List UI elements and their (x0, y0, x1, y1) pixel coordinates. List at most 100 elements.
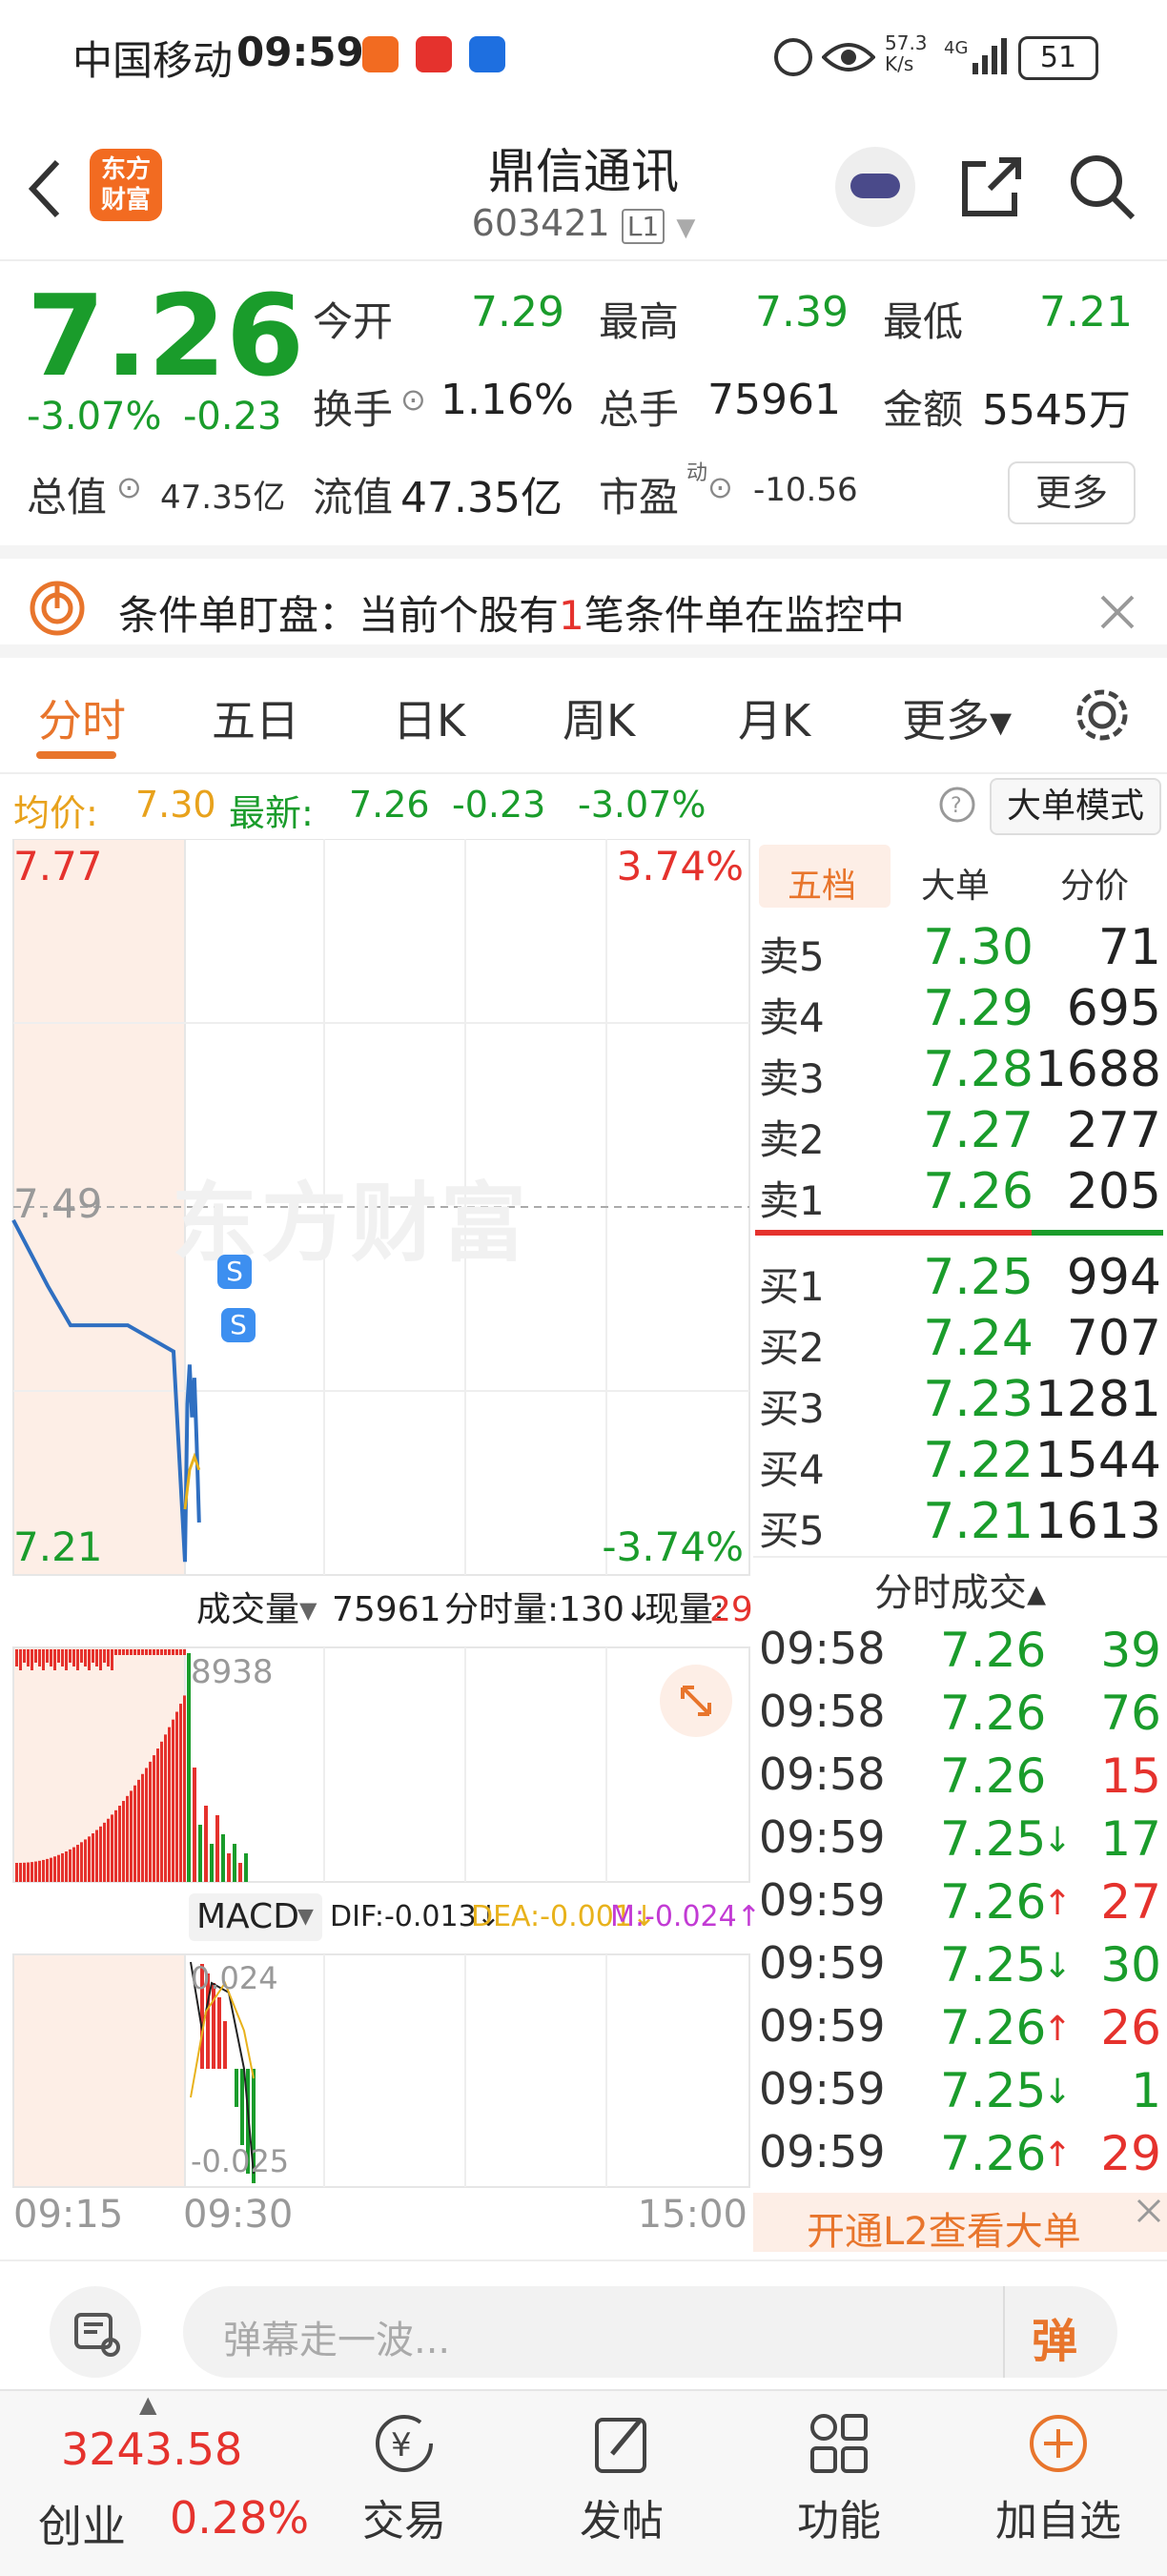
danmu-input[interactable]: 弹幕走一波... 弹 (183, 2286, 1117, 2378)
chevron-down-icon[interactable]: ▼ (299, 1579, 317, 1642)
buy-sell-ratio-red (755, 1230, 1032, 1236)
tick-direction-icon: ↑ (1043, 2136, 1073, 2175)
assistant-robot-icon[interactable] (835, 147, 915, 227)
tab-intraday[interactable]: 分时 (38, 686, 126, 749)
volume-bar (84, 1839, 87, 1882)
volume-bar (31, 1649, 33, 1670)
nav-add-watchlist-label: 加自选 (995, 2497, 1121, 2545)
bid-price: 7.25 (923, 1249, 1034, 1306)
tick-time: 09:58 (759, 1686, 886, 1737)
app-notification-icon (416, 36, 452, 72)
volume-bar (72, 1847, 75, 1882)
more-quote-button[interactable]: 更多 (1008, 461, 1136, 524)
volume-bar (95, 1649, 98, 1666)
tab-daily-k[interactable]: 日K (393, 686, 465, 749)
expand-icon[interactable] (660, 1665, 732, 1737)
tick-row: 09:59 7.26 ↑ 26 (753, 2000, 1167, 2063)
chart-period-tabs: 分时 五日 日K 周K 月K 更多▾ (0, 658, 1167, 774)
bid-label: 买5 (759, 1507, 825, 1554)
share-icon[interactable] (957, 153, 1026, 221)
volume-bar (221, 1834, 225, 1882)
nav-functions[interactable]: 功能 (763, 2410, 915, 2547)
gear-icon[interactable] (1072, 685, 1133, 746)
info-icon[interactable]: ⊙ (116, 469, 142, 505)
intraday-chart-area[interactable]: 东方财富 7.77 7.49 7.21 3.74% -3.74% S S 成交量… (0, 839, 761, 2252)
l2-banner[interactable]: 开通L2查看大单 (753, 2193, 1167, 2254)
volume-bar (69, 1649, 72, 1663)
volume-bar (65, 1649, 68, 1670)
tick-row: 09:59 7.25 ↓ 17 (753, 1811, 1167, 1874)
tick-direction-icon: ↓ (1043, 2073, 1073, 2112)
turnover-label: 换手 (313, 386, 394, 433)
tab-five-levels[interactable]: 五档 (788, 858, 856, 908)
volume-bar (88, 1649, 91, 1670)
index-ticker[interactable]: ▲ 3243.58 创业 0.28% (0, 2391, 315, 2576)
tab-more[interactable]: 更多▾ (902, 686, 1012, 749)
mktcap-value: 47.35亿 (160, 479, 286, 517)
search-icon[interactable] (1066, 151, 1138, 223)
open-label: 今开 (313, 298, 394, 345)
signal-icon: 4G (944, 38, 1007, 74)
tab-monthly-k[interactable]: 月K (738, 686, 810, 749)
index-pct: 0.28% (170, 2492, 310, 2544)
help-icon[interactable]: ? (938, 786, 976, 824)
ask-label: 卖2 (759, 1116, 825, 1163)
bid-label: 买3 (759, 1385, 825, 1432)
danmu-toggle-button[interactable]: 弹 (1032, 2303, 1077, 2370)
info-icon[interactable]: ⊙ (400, 381, 426, 418)
volume-bar (80, 1649, 83, 1663)
ask-row-4: 卖4 7.29 695 (753, 980, 1167, 1041)
volume-bar (172, 1719, 174, 1882)
latest-change: -0.23 (452, 784, 546, 826)
volume-label[interactable]: 成交量 (196, 1579, 299, 1642)
ticks-title[interactable]: 分时成交▴ (753, 1562, 1167, 1617)
signal-marker[interactable]: S (217, 1255, 252, 1289)
volume-bar (183, 1695, 186, 1882)
nav-post[interactable]: 发帖 (545, 2410, 698, 2547)
volume-bar (118, 1806, 121, 1882)
volume-bar (95, 1830, 98, 1882)
bid-label: 买2 (759, 1324, 825, 1371)
nav-add-watchlist[interactable]: 加自选 (982, 2410, 1135, 2547)
tick-row: 09:58 7.26 76 (753, 1686, 1167, 1748)
tab-weekly-k[interactable]: 周K (563, 686, 635, 749)
volume-bar (137, 1779, 140, 1882)
turnover-value: 1.16% (440, 376, 574, 424)
volume-bar (133, 1785, 136, 1882)
level-badge: L1 (621, 209, 665, 244)
volume-bar (133, 1649, 136, 1655)
tab-price-distribution[interactable]: 分价 (1060, 858, 1129, 908)
bid-price: 7.23 (923, 1371, 1034, 1428)
trade-yen-icon: ¥ (376, 2415, 433, 2472)
tick-time: 09:59 (759, 2126, 886, 2177)
volume-bar (23, 1862, 26, 1882)
volume-header: 成交量 ▼ 75961 分时量:130↓ 现量: 29 (185, 1579, 753, 1642)
target-icon (30, 581, 85, 636)
volume-bar (99, 1649, 102, 1670)
signal-marker[interactable]: S (221, 1308, 256, 1342)
comment-bar: 弹幕走一波... 弹 (0, 2259, 1167, 2391)
danmu-settings-icon[interactable] (50, 2286, 141, 2378)
volume-bar (244, 1853, 248, 1882)
ask-price: 7.28 (923, 1041, 1034, 1098)
condition-order-notice[interactable]: 条件单盯盘：当前个股有1笔条件单在监控中 (0, 545, 1167, 658)
mktcap-label: 总值 (27, 474, 108, 521)
tick-price: 7.26 (940, 1686, 1047, 1741)
volume-bar (69, 1849, 72, 1882)
nav-trade[interactable]: ¥ 交易 (328, 2410, 481, 2547)
ask-price: 7.29 (923, 980, 1034, 1037)
close-icon[interactable] (1100, 595, 1135, 629)
info-icon[interactable]: ⊙ (707, 469, 733, 505)
danmu-placeholder: 弹幕走一波... (223, 2319, 451, 2362)
tick-volume: 29 (1100, 2126, 1161, 2181)
big-order-mode-button[interactable]: 大单模式 (990, 778, 1161, 835)
tab-five-day[interactable]: 五日 (212, 686, 299, 749)
nav-functions-label: 功能 (797, 2497, 881, 2545)
tick-volume: 39 (1100, 1623, 1161, 1678)
pe-value: -10.56 (753, 471, 858, 509)
l2-banner-text: 开通L2查看大单 (807, 2210, 1081, 2254)
tab-big-orders[interactable]: 大单 (921, 858, 990, 908)
divider (1003, 2286, 1005, 2378)
close-icon[interactable] (1135, 2197, 1163, 2225)
pe-label: 市盈 (599, 474, 680, 521)
